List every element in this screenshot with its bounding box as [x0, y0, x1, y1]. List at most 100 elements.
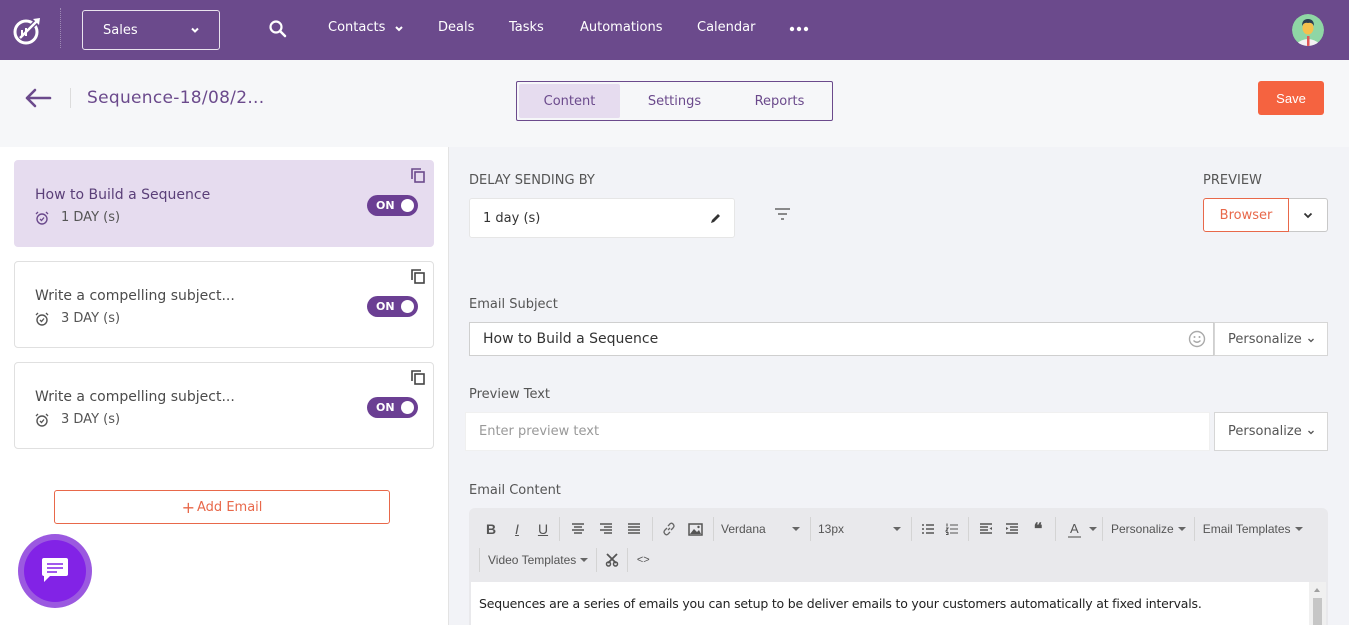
- align-center-button[interactable]: [564, 518, 592, 540]
- nav-item-automations[interactable]: Automations: [580, 20, 663, 35]
- numbered-list-button[interactable]: [940, 518, 964, 540]
- preview-button-group: Browser: [1203, 198, 1328, 232]
- search-icon[interactable]: [268, 19, 288, 39]
- toggle-label: ON: [376, 199, 395, 212]
- subject-input[interactable]: How to Build a Sequence: [469, 322, 1214, 356]
- filter-icon[interactable]: [774, 207, 791, 221]
- preview-dropdown-button[interactable]: [1289, 198, 1328, 232]
- nav-item-tasks[interactable]: Tasks: [509, 20, 544, 35]
- font-family-value: Verdana: [721, 522, 766, 536]
- nav-item-contacts[interactable]: Contacts: [328, 20, 404, 35]
- align-center-icon: [572, 523, 584, 534]
- preview-text-label: Preview Text: [469, 387, 551, 402]
- email-card-title: How to Build a Sequence: [35, 187, 211, 203]
- preview-text-input[interactable]: Enter preview text: [465, 412, 1210, 451]
- toolbar-separator: [810, 517, 811, 541]
- caret-down-icon: [1177, 527, 1186, 531]
- code-view-button[interactable]: <>: [632, 549, 654, 571]
- email-card[interactable]: Write a compelling subject... 3 DAY (s) …: [14, 261, 434, 348]
- align-justify-button[interactable]: [620, 518, 648, 540]
- text-color-button[interactable]: A: [1060, 521, 1098, 538]
- editor-toolbar-row-2: Video Templates <>: [469, 545, 654, 575]
- underline-button[interactable]: U: [531, 518, 555, 540]
- delay-label: DELAY SENDING BY: [469, 173, 595, 188]
- personalize-dropdown[interactable]: Personalize: [1107, 522, 1190, 536]
- email-toggle[interactable]: ON: [367, 195, 418, 216]
- outdent-button[interactable]: [973, 518, 999, 540]
- editor-content[interactable]: Sequences are a series of emails you can…: [471, 582, 1309, 625]
- font-size-select[interactable]: 13px: [815, 522, 907, 536]
- email-card-title: Write a compelling subject...: [35, 288, 235, 304]
- font-size-value: 13px: [818, 522, 845, 536]
- toolbar-separator: [1055, 517, 1056, 541]
- more-icon[interactable]: [789, 24, 809, 34]
- nav-item-label: Contacts: [328, 20, 386, 35]
- numbered-list-icon: [945, 523, 958, 535]
- emoji-icon[interactable]: [1188, 330, 1206, 348]
- tab-reports[interactable]: Reports: [729, 84, 830, 118]
- delay-input[interactable]: 1 day (s): [469, 198, 735, 238]
- nav-divider: [60, 8, 61, 48]
- subject-personalize-button[interactable]: Personalize: [1214, 322, 1328, 356]
- bold-button[interactable]: B: [479, 518, 503, 540]
- email-card[interactable]: How to Build a Sequence 1 DAY (s) ON: [14, 160, 434, 247]
- toggle-knob: [401, 401, 414, 414]
- editor-scrollbar[interactable]: [1309, 582, 1326, 625]
- bullet-list-icon: [922, 524, 934, 534]
- tab-content[interactable]: Content: [519, 84, 620, 118]
- video-templates-dropdown[interactable]: Video Templates: [484, 553, 592, 567]
- copy-icon[interactable]: [411, 370, 425, 385]
- insert-image-button[interactable]: [681, 518, 709, 540]
- top-navbar: Sales Contacts Deals Tasks Automations C…: [0, 0, 1349, 60]
- caret-down-icon: [580, 558, 589, 562]
- cut-button[interactable]: [601, 549, 623, 571]
- nav-item-calendar[interactable]: Calendar: [697, 20, 755, 35]
- pipeline-select[interactable]: Sales: [82, 10, 220, 50]
- scrollbar-thumb[interactable]: [1313, 598, 1322, 625]
- toolbar-separator: [713, 517, 714, 541]
- email-toggle[interactable]: ON: [367, 296, 418, 317]
- chat-widget-button[interactable]: [18, 534, 92, 608]
- editor-toolbar-row-1: B I U Verdana 13px ❝ A Personalize Email…: [469, 514, 1307, 544]
- indent-button[interactable]: [999, 518, 1025, 540]
- delay-input-value: 1 day (s): [483, 210, 541, 226]
- alarm-clock-icon: [35, 312, 49, 326]
- subject-input-value: How to Build a Sequence: [483, 331, 659, 347]
- toggle-knob: [401, 199, 414, 212]
- back-arrow-icon[interactable]: [24, 87, 52, 109]
- outdent-icon: [980, 523, 992, 534]
- italic-button[interactable]: I: [503, 518, 531, 540]
- toggle-knob: [401, 300, 414, 313]
- bullet-list-button[interactable]: [916, 518, 940, 540]
- save-button[interactable]: Save: [1258, 81, 1324, 115]
- scroll-up-icon: [1314, 588, 1320, 592]
- text-color-icon: A: [1068, 520, 1081, 538]
- app-logo-icon[interactable]: [12, 14, 46, 46]
- browser-preview-button[interactable]: Browser: [1203, 198, 1289, 232]
- email-card[interactable]: Write a compelling subject... 3 DAY (s) …: [14, 362, 434, 449]
- add-email-button[interactable]: + Add Email: [54, 490, 390, 524]
- indent-icon: [1006, 523, 1018, 534]
- header-divider: [70, 88, 71, 108]
- chevron-down-icon: [1308, 430, 1314, 435]
- personalize-label: Personalize: [1228, 424, 1302, 439]
- user-avatar[interactable]: [1292, 14, 1324, 46]
- blockquote-button[interactable]: ❝: [1025, 518, 1051, 540]
- tab-settings[interactable]: Settings: [620, 84, 729, 118]
- email-templates-dropdown[interactable]: Email Templates: [1199, 522, 1307, 536]
- insert-link-button[interactable]: [657, 518, 681, 540]
- toolbar-separator: [596, 548, 598, 572]
- email-toggle[interactable]: ON: [367, 397, 418, 418]
- pencil-icon[interactable]: [710, 212, 722, 224]
- copy-icon[interactable]: [411, 168, 425, 183]
- email-card-delay-text: 1 DAY (s): [61, 210, 121, 225]
- font-family-select[interactable]: Verdana: [718, 522, 806, 536]
- toolbar-separator: [911, 517, 912, 541]
- nav-item-deals[interactable]: Deals: [438, 20, 474, 35]
- preview-personalize-button[interactable]: Personalize: [1214, 412, 1328, 451]
- copy-icon[interactable]: [411, 269, 425, 284]
- toggle-label: ON: [376, 300, 395, 313]
- align-right-button[interactable]: [592, 518, 620, 540]
- email-list-panel: How to Build a Sequence 1 DAY (s) ON Wri…: [0, 147, 449, 625]
- preview-text-placeholder: Enter preview text: [479, 424, 600, 439]
